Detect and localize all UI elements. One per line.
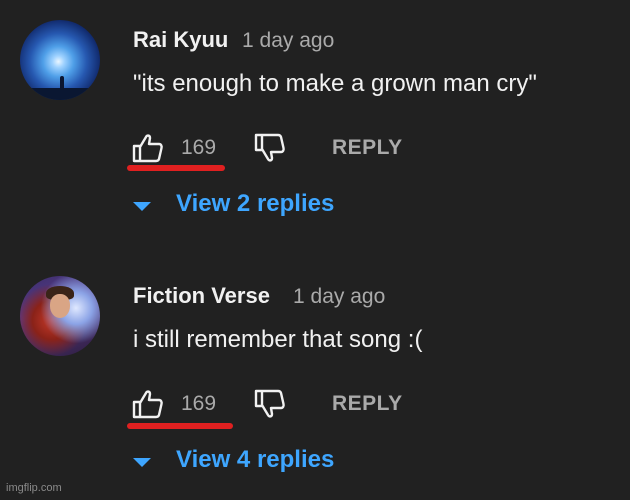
comment-text: i still remember that song :( xyxy=(133,326,423,353)
comment-thread: Rai Kyuu 1 day ago "its enough to make a… xyxy=(0,0,630,240)
comment-timestamp[interactable]: 1 day ago xyxy=(242,29,334,53)
thumbs-up-icon xyxy=(132,134,163,163)
highlight-underline xyxy=(127,165,225,171)
dislike-button[interactable] xyxy=(252,388,288,420)
avatar[interactable] xyxy=(20,276,100,356)
avatar[interactable] xyxy=(20,20,100,100)
comment-timestamp[interactable]: 1 day ago xyxy=(293,285,385,309)
thumbs-down-icon xyxy=(254,389,285,418)
view-replies-label: View 2 replies xyxy=(176,190,335,217)
comment-thread: Fiction Verse 1 day ago i still remember… xyxy=(0,256,630,496)
like-count: 169 xyxy=(181,136,217,159)
caret-down-icon xyxy=(133,458,151,467)
comment-author[interactable]: Fiction Verse xyxy=(133,283,270,309)
view-replies-label: View 4 replies xyxy=(176,446,335,473)
comment-author[interactable]: Rai Kyuu xyxy=(133,27,228,53)
thumbs-up-icon xyxy=(132,390,163,419)
reply-button[interactable]: REPLY xyxy=(332,136,403,160)
caret-down-icon xyxy=(133,202,151,211)
like-button[interactable] xyxy=(130,388,166,420)
comment-text: "its enough to make a grown man cry" xyxy=(133,70,537,97)
like-button[interactable] xyxy=(130,132,166,164)
reply-button[interactable]: REPLY xyxy=(332,392,403,416)
like-count: 169 xyxy=(181,392,217,415)
highlight-underline xyxy=(127,423,233,429)
dislike-button[interactable] xyxy=(252,132,288,164)
watermark: imgflip.com xyxy=(6,482,62,494)
thumbs-down-icon xyxy=(254,133,285,162)
